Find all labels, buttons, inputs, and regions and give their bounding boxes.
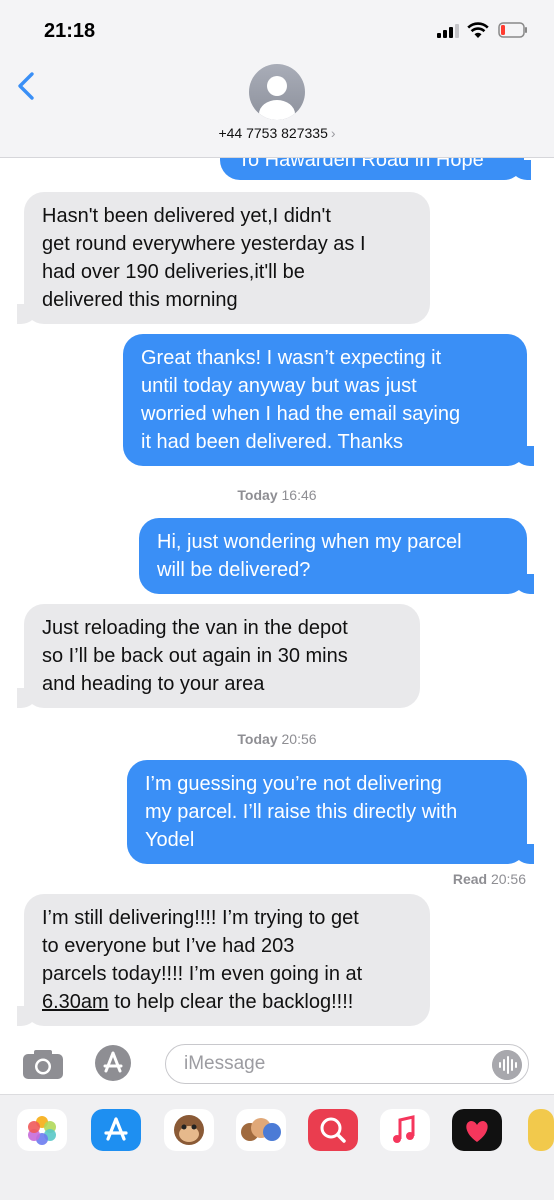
message-line: Yodel [145,829,195,851]
digital-touch-heart-icon[interactable] [452,1109,502,1151]
message-line: to everyone but I’ve had 203 [42,935,295,957]
message-bubble-incoming[interactable]: I’m still delivering!!!! I’m trying to g… [7,894,430,1026]
imessage-app-drawer [0,1094,554,1200]
read-time: 20:56 [490,871,526,887]
contact-number[interactable]: +44 7753 827335 › [0,125,554,141]
camera-icon[interactable] [22,1048,64,1080]
imessage-input[interactable]: iMessage [165,1044,529,1084]
message-bubble-outgoing[interactable]: Hi, just wondering when my parcel will b… [139,518,544,594]
bubble-tail [514,574,544,594]
contact-number-text: +44 7753 827335 [218,125,328,141]
web-search-app-icon[interactable] [308,1109,358,1151]
music-app-icon[interactable] [380,1109,430,1151]
avatar[interactable] [249,64,305,120]
message-line: worried when I had the email saying [141,403,461,425]
bubble-tail [7,1006,37,1026]
message-bubble-incoming[interactable]: Just reloading the van in the depot so I… [7,604,420,708]
message-line: and heading to your area [42,673,265,695]
composer-bar: iMessage [0,1030,554,1094]
partial-app-icon[interactable] [528,1109,554,1151]
chevron-right-icon: › [330,125,336,141]
time-link[interactable]: 6.30am [42,991,109,1013]
battery-icon [498,22,527,38]
bubble-tail [511,160,541,180]
bubble-tail [7,688,37,708]
app-store-app-icon[interactable] [91,1109,141,1151]
message-line: parcels today!!!! I’m even going in at [42,963,363,985]
message-line: 6.30am to help clear the backlog!!!! [42,988,412,1016]
message-line: will be delivered? [157,559,311,581]
app-store-icon[interactable] [94,1044,132,1082]
person-icon [259,76,295,120]
message-line: until today anyway but was just [141,375,417,397]
audio-waveform-icon[interactable] [492,1050,522,1080]
message-bubble-incoming[interactable]: Hasn't been delivered yet,I didn't get r… [7,192,430,324]
timestamp-day: Today [237,487,278,503]
input-placeholder: iMessage [184,1053,266,1074]
message-bubble-outgoing[interactable]: I’m guessing you’re not delivering my pa… [127,760,544,864]
photos-app-icon[interactable] [17,1109,67,1151]
wifi-icon [467,22,489,38]
message-line: I’m still delivering!!!! I’m trying to g… [42,907,359,929]
message-line: Just reloading the van in the depot [42,617,348,639]
message-line: I’m guessing you’re not delivering [145,773,442,795]
timestamp: Today 20:56 [0,731,554,747]
message-line: it had been delivered. Thanks [141,431,404,453]
status-time: 21:18 [44,20,96,42]
message-line: Hi, just wondering when my parcel [157,531,462,553]
message-line: had over 190 deliveries,it'll be [42,261,305,283]
timestamp-time: 16:46 [281,487,317,503]
timestamp-day: Today [237,731,278,747]
message-line: delivered this morning [42,289,238,311]
animoji-monkey-icon[interactable] [164,1109,214,1151]
message-line: my parcel. I’ll raise this directly with [145,801,458,823]
bubble-tail [514,446,544,466]
message-line: get round everywhere yesterday as I [42,233,366,255]
read-receipt: Read 20:56 [453,871,526,887]
chevron-left-icon[interactable] [14,70,38,102]
cellular-signal-icon [437,24,461,38]
message-line: Hasn't been delivered yet,I didn't [42,205,331,227]
memoji-stickers-icon[interactable] [236,1109,286,1151]
message-line: Great thanks! I wasn’t expecting it [141,347,442,369]
bubble-tail [7,304,37,324]
conversation-header: 21:18 +44 7753 827335 › [0,0,554,158]
read-label: Read [452,871,488,887]
message-line: so I’ll be back out again in 30 mins [42,645,348,667]
message-bubble-outgoing[interactable]: Great thanks! I wasn’t expecting it unti… [123,334,544,466]
message-text: to help clear the backlog!!!! [108,991,354,1013]
bubble-tail [514,844,544,864]
timestamp-time: 20:56 [281,731,317,747]
timestamp: Today 16:46 [0,487,554,503]
